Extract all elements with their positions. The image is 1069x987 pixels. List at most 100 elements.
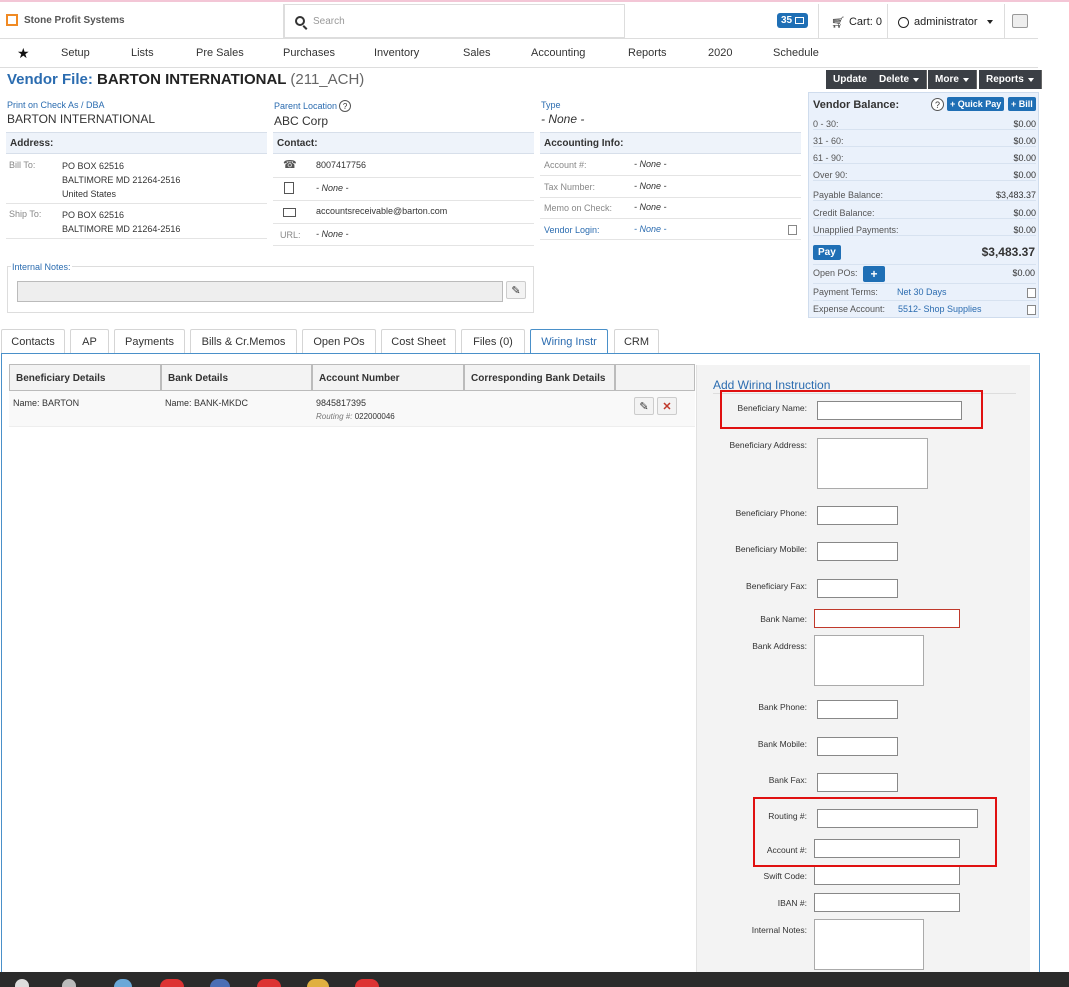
browser-icon[interactable] — [257, 979, 281, 987]
payment-terms-value[interactable]: Net 30 Days — [897, 287, 947, 297]
pay-button[interactable]: Pay — [813, 245, 841, 260]
beneficiary-phone-label: Beneficiary Phone: — [735, 508, 807, 518]
divider — [887, 4, 888, 38]
balance-label: Payable Balance: — [813, 190, 884, 200]
beneficiary-mobile-field[interactable] — [817, 542, 898, 561]
star-icon[interactable]: ★ — [17, 45, 30, 62]
swift-code-label: Swift Code: — [763, 871, 807, 881]
delete-row-button[interactable]: ✕ — [657, 397, 677, 415]
iban-field[interactable] — [814, 893, 960, 912]
account-cell: 9845817395 — [316, 398, 367, 408]
search-placeholder: Search — [313, 15, 345, 27]
bank-phone-label: Bank Phone: — [758, 702, 807, 712]
nav-item-setup[interactable]: Setup — [61, 47, 90, 59]
swift-code-field[interactable] — [814, 866, 960, 885]
bank-mobile-field[interactable] — [817, 737, 898, 756]
bank-name-field[interactable] — [814, 609, 960, 628]
vendor-login-label[interactable]: Vendor Login: — [544, 225, 600, 235]
tab-open-pos[interactable]: Open POs — [302, 329, 376, 354]
parent-location-label[interactable]: Parent Location — [274, 101, 337, 111]
vendor-login-value[interactable]: - None - — [634, 224, 667, 234]
nav-item-accounting[interactable]: Accounting — [531, 47, 585, 59]
url-value: - None - — [316, 229, 349, 239]
edit-notes-button[interactable]: ✎ — [506, 281, 526, 299]
add-open-po-button[interactable]: + — [863, 266, 885, 282]
app-icon[interactable] — [160, 979, 184, 987]
update-label: Update — [833, 74, 867, 85]
balance-row: 0 - 30: $0.00 — [813, 119, 1036, 130]
copy-icon[interactable] — [1027, 288, 1036, 298]
nav-item-pre-sales[interactable]: Pre Sales — [196, 47, 244, 59]
bank-fax-field[interactable] — [817, 773, 898, 792]
tab-payments[interactable]: Payments — [114, 329, 185, 354]
beneficiary-phone-field[interactable] — [817, 506, 898, 525]
balance-value: $0.00 — [1013, 153, 1036, 163]
tab-contacts[interactable]: Contacts — [1, 329, 65, 354]
task-view-icon[interactable] — [62, 979, 76, 987]
nav-item-lists[interactable]: Lists — [131, 47, 154, 59]
nav-item-purchases[interactable]: Purchases — [283, 47, 335, 59]
edit-row-button[interactable]: ✎ — [634, 397, 654, 415]
address-line: PO BOX 62516 — [62, 161, 125, 171]
vendor-name: BARTON INTERNATIONAL — [97, 71, 287, 88]
app-icon[interactable] — [114, 979, 132, 987]
browser-icon[interactable] — [355, 979, 379, 987]
cart-button[interactable]: 🛒︎ Cart: 0 — [831, 16, 882, 29]
nav-item-reports[interactable]: Reports — [628, 47, 667, 59]
delete-button[interactable]: Delete — [872, 70, 928, 89]
tab-wiring-instr[interactable]: Wiring Instr — [530, 329, 608, 354]
print-on-check-label[interactable]: Print on Check As / DBA — [7, 100, 105, 110]
tab-files[interactable]: Files (0) — [461, 329, 525, 354]
copy-icon[interactable] — [1027, 305, 1036, 315]
internal-notes-field[interactable] — [17, 281, 503, 302]
add-bill-button[interactable]: + Bill — [1008, 97, 1036, 111]
tab-cost-sheet[interactable]: Cost Sheet — [381, 329, 456, 354]
reports-button[interactable]: Reports — [979, 70, 1042, 89]
user-name: administrator — [914, 16, 978, 28]
ship-to-address: PO BOX 62516 BALTIMORE MD 21264-2516 — [62, 208, 180, 236]
tab-bills-cr-memos[interactable]: Bills & Cr.Memos — [190, 329, 297, 354]
email-value[interactable]: accountsreceivable@barton.com — [316, 206, 447, 216]
help-icon[interactable]: ? — [931, 98, 944, 111]
app-icon[interactable] — [210, 979, 230, 987]
logo-icon — [6, 14, 18, 26]
divider — [1004, 4, 1005, 38]
more-button[interactable]: More — [928, 70, 977, 89]
nav-item-sales[interactable]: Sales — [463, 47, 491, 59]
column-header[interactable]: Beneficiary Details — [9, 364, 161, 391]
bank-phone-field[interactable] — [817, 700, 898, 719]
internal-notes-form-field[interactable] — [814, 919, 924, 970]
help-icon[interactable]: ? — [339, 100, 352, 112]
nav-item-schedule[interactable]: Schedule — [773, 47, 819, 59]
payment-terms-label: Payment Terms: — [813, 287, 878, 297]
table-row[interactable]: Name: BARTON Name: BANK-MKDC 9845817395 … — [9, 391, 695, 427]
beneficiary-fax-field[interactable] — [817, 579, 898, 598]
tab-crm[interactable]: CRM — [614, 329, 659, 354]
reports-label: Reports — [986, 74, 1024, 85]
divider — [6, 238, 267, 239]
notifications-badge[interactable]: 35 — [777, 13, 809, 28]
user-menu[interactable]: administrator — [898, 16, 993, 28]
quick-pay-button[interactable]: + Quick Pay — [947, 97, 1005, 111]
beneficiary-address-field[interactable] — [817, 438, 928, 489]
folder-icon[interactable] — [307, 979, 329, 987]
windows-icon[interactable] — [15, 979, 29, 987]
main-nav: ★ Setup Lists Pre Sales Purchases Invent… — [0, 38, 1038, 68]
bank-address-field[interactable] — [814, 635, 924, 686]
search-input[interactable]: Search — [284, 4, 625, 38]
tax-number-value: - None - — [634, 181, 667, 191]
nav-item-inventory[interactable]: Inventory — [374, 47, 419, 59]
update-button[interactable]: Update — [826, 70, 875, 89]
expense-account-value[interactable]: 5512- Shop Supplies — [898, 304, 982, 314]
type-label[interactable]: Type — [541, 100, 561, 110]
screen-icon[interactable] — [1012, 14, 1028, 28]
column-header[interactable]: Account Number — [312, 364, 464, 391]
brand[interactable]: Stone Profit Systems — [6, 14, 125, 26]
tab-ap[interactable]: AP — [70, 329, 109, 354]
column-header[interactable]: Bank Details — [161, 364, 312, 391]
column-header[interactable]: Corresponding Bank Details — [464, 364, 615, 391]
add-wiring-form: Add Wiring Instruction Beneficiary Name:… — [696, 365, 1030, 973]
copy-icon[interactable] — [788, 225, 797, 235]
nav-item-2020[interactable]: 2020 — [708, 47, 732, 59]
divider — [540, 197, 801, 198]
